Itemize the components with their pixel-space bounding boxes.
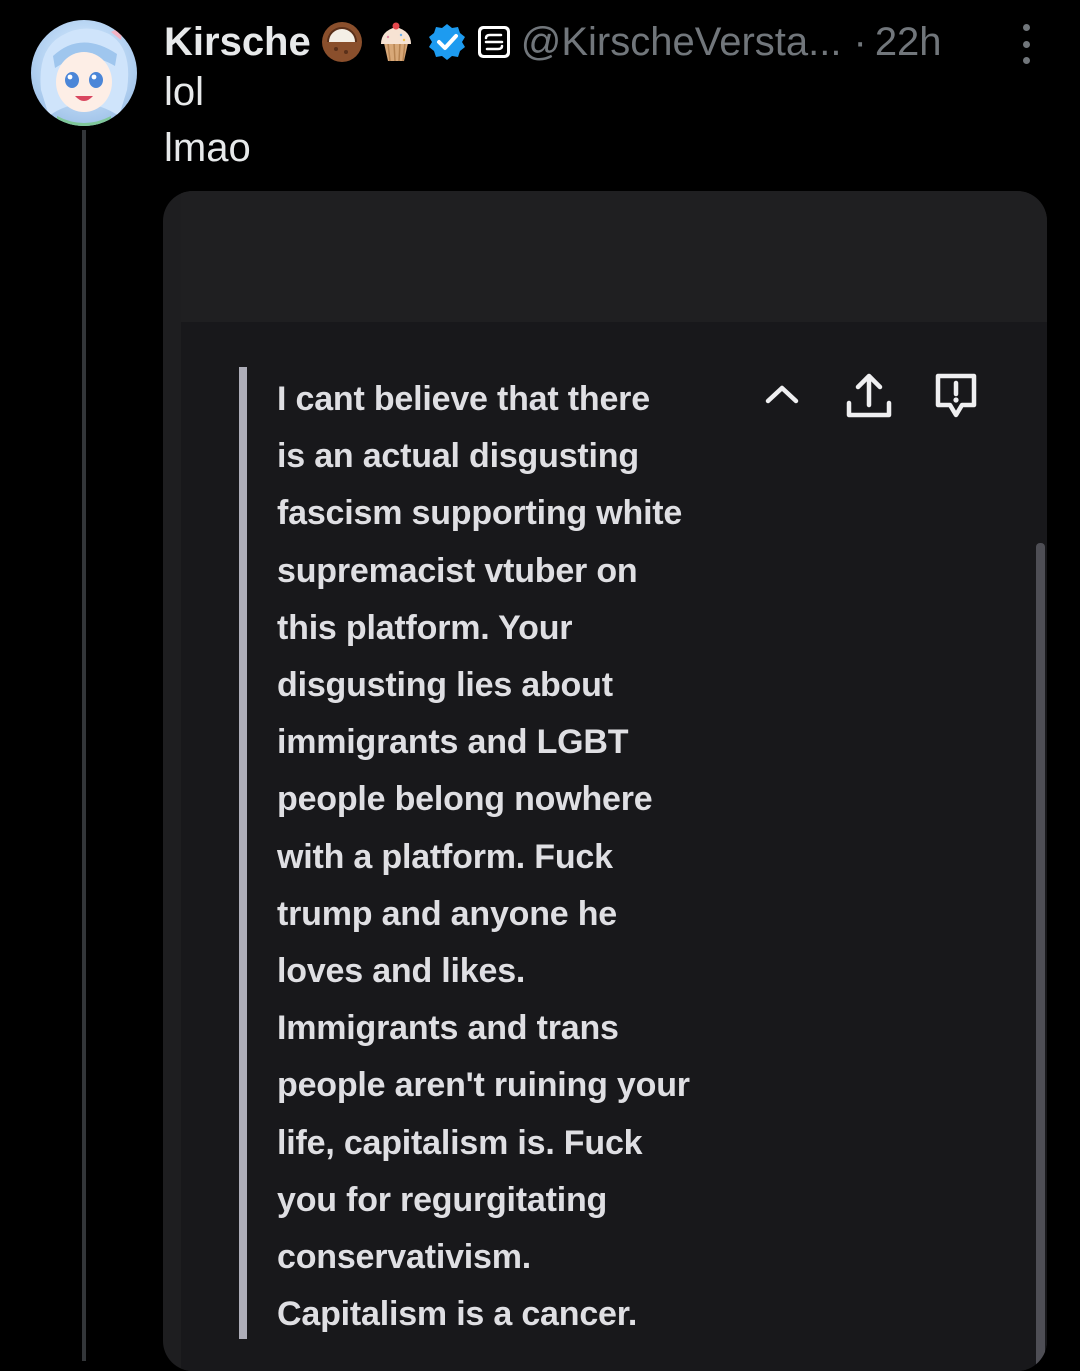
quote-bar <box>239 367 247 1339</box>
message-line: Immigrants and trans <box>277 1009 619 1048</box>
avatar[interactable] <box>31 20 137 126</box>
verified-badge-icon[interactable] <box>427 22 467 62</box>
post-header: Kirsche @KirscheVersta... · 22h <box>164 14 942 70</box>
thread-connector-line <box>82 130 86 1361</box>
quoted-message: I cant believe that there is an actual d… <box>277 371 747 1343</box>
post-text-line-1: lol <box>164 70 205 114</box>
message-line: you for regurgitating <box>277 1180 608 1219</box>
share-upload-icon[interactable] <box>843 369 895 426</box>
message-line: fascism supporting white <box>277 494 683 533</box>
message-line: with a platform. Fuck <box>277 837 613 876</box>
coconut-emoji <box>319 19 365 65</box>
attached-image[interactable]: I cant believe that there is an actual d… <box>163 191 1047 1371</box>
message-line: people aren't ruining your <box>277 1066 690 1105</box>
image-top-region <box>181 191 1047 322</box>
message-line: Capitalism is a cancer. <box>277 1295 638 1334</box>
message-line: life, capitalism is. Fuck <box>277 1123 643 1162</box>
message-line: loves and likes. <box>277 952 526 991</box>
report-flag-icon[interactable] <box>933 371 979 426</box>
message-line: immigrants and LGBT <box>277 723 629 762</box>
separator-dot: · <box>853 19 867 64</box>
author-name[interactable]: Kirsche <box>164 20 311 65</box>
affiliate-badge-icon[interactable] <box>477 25 511 59</box>
message-line: disgusting lies about <box>277 666 613 705</box>
more-options-icon[interactable] <box>1014 24 1038 64</box>
message-line: is an actual disgusting <box>277 437 639 476</box>
author-handle[interactable]: @KirscheVersta... <box>521 20 842 65</box>
post-text-line-2: lmao <box>164 126 251 170</box>
message-line: I cant believe that there <box>277 380 650 418</box>
message-line: trump and anyone he <box>277 894 618 933</box>
message-line: this platform. Your <box>277 608 573 647</box>
post-timestamp[interactable]: 22h <box>875 20 942 65</box>
message-line: conservativism. <box>277 1238 532 1277</box>
message-line: people belong nowhere <box>277 780 653 819</box>
avatar-illustration <box>40 26 129 126</box>
cupcake-emoji <box>373 19 419 65</box>
scrollbar[interactable] <box>1036 543 1045 1371</box>
message-line: supremacist vtuber on <box>277 551 638 590</box>
chevron-up-icon[interactable] <box>761 379 803 414</box>
